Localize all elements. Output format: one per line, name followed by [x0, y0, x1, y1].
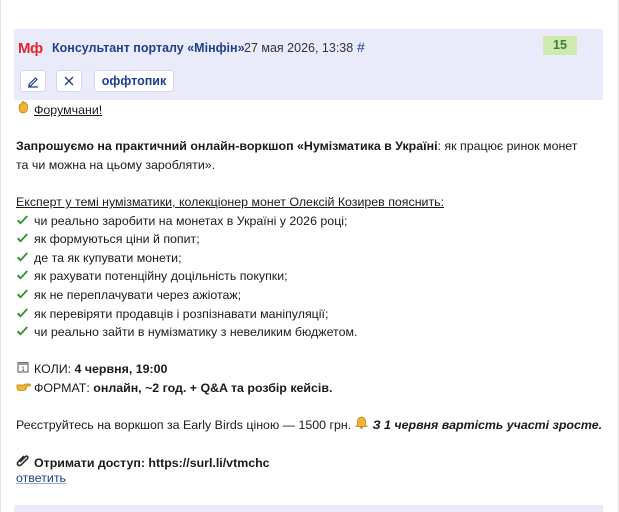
checklist-item: де та як купувати монети;: [16, 249, 606, 268]
check-icon: [16, 267, 29, 286]
invite-plain: : як працює ринок монет: [437, 139, 578, 154]
greeting-text: Форумчани!: [34, 103, 103, 117]
author-link[interactable]: Консультант порталу «Мінфін»: [52, 40, 245, 56]
checklist-item: як перевіряти продавців і розпізнавати м…: [16, 305, 606, 324]
check-icon: [16, 212, 29, 231]
delete-button[interactable]: [56, 70, 82, 92]
post-date: 27 мая 2026, 13:38: [244, 41, 354, 55]
rating-badge[interactable]: 15: [543, 36, 577, 55]
post-body: Форумчани! Запрошуємо на практичний онла…: [16, 100, 606, 472]
expert-line: Експерт у темі нумізматики, колекціонер …: [16, 194, 445, 209]
reply-link[interactable]: ответить: [16, 469, 66, 487]
checklist-item: як рахувати потенційну доцільність покуп…: [16, 267, 606, 286]
offtopic-tag-button[interactable]: оффтопик: [94, 70, 174, 92]
check-icon: [16, 230, 29, 249]
when-value: 4 червня, 19:00: [74, 362, 168, 377]
minfin-logo: Мф: [18, 40, 43, 57]
close-icon: [64, 76, 74, 86]
permalink-hash[interactable]: #: [357, 38, 365, 56]
greeting-line: Форумчани!: [16, 100, 606, 119]
register-emphasis: З 1 червня вартість участі зросте.: [372, 418, 603, 433]
check-icon: [16, 249, 29, 268]
check-icon: [16, 305, 29, 324]
edit-button[interactable]: [20, 70, 46, 92]
access-link[interactable]: Отримати доступ: https://surl.li/vtmchc: [34, 456, 270, 470]
pencil-icon: [28, 77, 38, 88]
invite-line-2: та чи можна на цьому заробляти».: [16, 157, 216, 172]
bell-icon: [355, 416, 369, 435]
post-header: Мф Консультант порталу «Мінфін» 27 мая 2…: [14, 29, 603, 100]
invite-line-1: Запрошуємо на практичний онлайн-воркшоп …: [16, 137, 606, 156]
next-post-header: [14, 505, 603, 512]
check-icon: [16, 286, 29, 305]
checklist-item: чи реально зайти в нумізматику з невелик…: [16, 323, 606, 342]
invite-bold: Запрошуємо на практичний онлайн-воркшоп …: [16, 139, 438, 154]
register-line: Реєструйтесь на воркшоп за Early Birds ц…: [16, 416, 606, 435]
when-line: 1 КОЛИ: 4 червня, 19:00: [16, 360, 606, 379]
checklist-item: як формуються ціни й попит;: [16, 230, 606, 249]
pointing-hand-icon: [16, 379, 31, 398]
check-icon: [16, 323, 29, 342]
checklist: чи реально заробити на монетах в Україні…: [16, 212, 606, 342]
format-line: ФОРМАТ: онлайн, ~2 год. + Q&A та розбір …: [16, 379, 606, 398]
access-line: Отримати доступ: https://surl.li/vtmchc: [16, 453, 606, 472]
calendar-icon: 1: [16, 360, 30, 379]
format-value: онлайн, ~2 год. + Q&A та розбір кейсів.: [93, 380, 333, 395]
checklist-item: чи реально заробити на монетах в Україні…: [16, 212, 606, 231]
left-border: [0, 0, 1, 512]
checklist-item: як не переплачувати через ажіотаж;: [16, 286, 606, 305]
wave-icon: [16, 100, 30, 120]
